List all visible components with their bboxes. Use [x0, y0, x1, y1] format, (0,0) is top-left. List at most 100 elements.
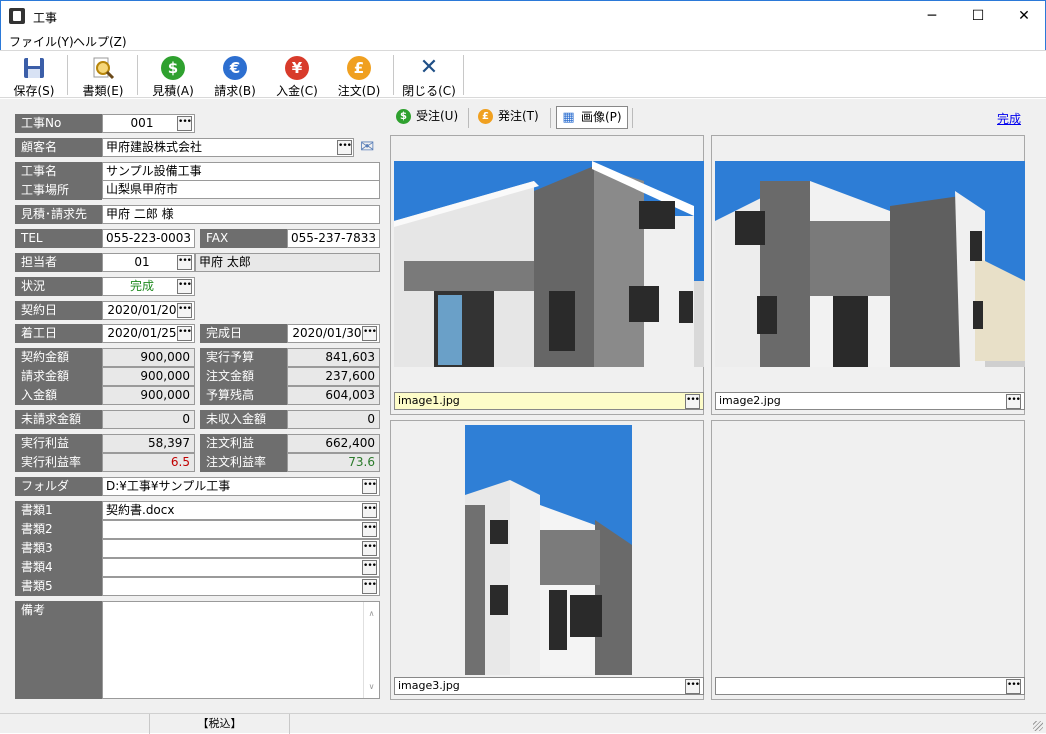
- staff-picker-button[interactable]: •••: [177, 255, 192, 270]
- staff-label: 担当者: [15, 253, 102, 272]
- exec-profit-label: 実行利益: [15, 434, 102, 453]
- project-place-field[interactable]: 山梨県甲府市: [102, 180, 380, 199]
- image3-picker-button[interactable]: •••: [685, 679, 700, 694]
- close-window-button[interactable]: ✕: [1001, 1, 1046, 31]
- start-date-picker-button[interactable]: •••: [177, 326, 192, 341]
- project-name-field[interactable]: サンプル設備工事: [102, 162, 380, 181]
- image4-filename-field[interactable]: [715, 677, 1025, 695]
- image-panel-4[interactable]: •••: [711, 420, 1025, 700]
- doc5-picker-button[interactable]: •••: [362, 579, 377, 594]
- estimate-button[interactable]: $ 見積(A): [145, 54, 201, 98]
- doc4-field[interactable]: [102, 558, 380, 577]
- image-panel-2[interactable]: image2.jpg •••: [711, 135, 1025, 415]
- tab-images[interactable]: ▦ 画像(P): [556, 106, 628, 129]
- exec-profit-field: 58,397: [102, 434, 195, 453]
- save-label: 保存(S): [13, 84, 55, 98]
- contract-amount-field: 900,000: [102, 348, 195, 367]
- uncollected-label: 未収入金額: [200, 410, 287, 429]
- doc4-picker-button[interactable]: •••: [362, 560, 377, 575]
- folder-field[interactable]: D:¥工事¥サンプル工事: [102, 477, 380, 496]
- title-bar: 工事 ─ ☐ ✕: [0, 0, 1046, 30]
- image2-picker-button[interactable]: •••: [1006, 394, 1021, 409]
- doc1-picker-button[interactable]: •••: [362, 503, 377, 518]
- customer-field[interactable]: 甲府建設株式会社: [102, 138, 354, 157]
- resize-grip-icon[interactable]: [1033, 721, 1043, 731]
- project-no-label: 工事No: [15, 114, 102, 133]
- minimize-button[interactable]: ─: [909, 1, 955, 31]
- doc3-field[interactable]: [102, 539, 380, 558]
- order-label: 注文(D): [337, 84, 381, 98]
- bill-to-field[interactable]: 甲府 二郎 様: [102, 205, 380, 224]
- finish-date-picker-button[interactable]: •••: [362, 326, 377, 341]
- menu-file[interactable]: ファイル(Y): [9, 33, 74, 50]
- tab-separator: [550, 108, 551, 128]
- doc1-field[interactable]: 契約書.docx: [102, 501, 380, 520]
- maximize-button[interactable]: ☐: [955, 1, 1001, 31]
- exec-profit-rate-field: 6.5: [102, 453, 195, 472]
- house-photo-1: [394, 161, 704, 367]
- billed-amount-field: 900,000: [102, 367, 195, 386]
- tab-separator: [468, 108, 469, 128]
- image-panel-3[interactable]: image3.jpg •••: [390, 420, 704, 700]
- memo-scrollbar[interactable]: ∧ ∨: [363, 602, 379, 698]
- project-no-picker-button[interactable]: •••: [177, 116, 192, 131]
- status-picker-button[interactable]: •••: [177, 279, 192, 294]
- save-button[interactable]: 保存(S): [6, 54, 62, 98]
- customer-label: 顧客名: [15, 138, 102, 157]
- order-profit-rate-label: 注文利益率: [200, 453, 287, 472]
- complete-link[interactable]: 完成: [997, 110, 1021, 127]
- toolbar-separator: [393, 55, 394, 95]
- image1-filename-field[interactable]: image1.jpg: [394, 392, 704, 410]
- budget-remaining-field: 604,003: [287, 386, 380, 405]
- customer-picker-button[interactable]: •••: [337, 140, 352, 155]
- menu-help[interactable]: ヘルプ(Z): [73, 33, 127, 50]
- mail-icon[interactable]: ✉: [360, 137, 374, 157]
- doc1-label: 書類1: [15, 501, 102, 520]
- order-button[interactable]: £ 注文(D): [331, 54, 387, 98]
- tab-received-orders[interactable]: $ 受注(U): [392, 106, 458, 129]
- unbilled-field: 0: [102, 410, 195, 429]
- image-grid-icon: ▦: [562, 110, 575, 125]
- bill-to-label: 見積･請求先: [15, 205, 102, 224]
- invoice-button[interactable]: € 請求(B): [207, 54, 263, 98]
- pound-icon: £: [347, 56, 371, 80]
- staff-name-field: 甲府 太郎: [195, 253, 380, 272]
- image-panel-1[interactable]: image1.jpg •••: [390, 135, 704, 415]
- fax-field[interactable]: 055-237-7833: [287, 229, 380, 248]
- image2-filename-field[interactable]: image2.jpg: [715, 392, 1025, 410]
- toolbar-separator: [463, 55, 464, 95]
- toolbar: 保存(S) 書類(E) $ 見積(A) € 請求(B) ¥ 入金(C) £ 注文…: [0, 50, 1046, 98]
- finish-date-label: 完成日: [200, 324, 287, 343]
- image3-filename-field[interactable]: image3.jpg: [394, 677, 704, 695]
- tab-received-label: 受注(U): [416, 109, 459, 123]
- image1-picker-button[interactable]: •••: [685, 394, 700, 409]
- memo-textarea[interactable]: ∧ ∨: [102, 601, 380, 699]
- folder-picker-button[interactable]: •••: [362, 479, 377, 494]
- scroll-up-icon[interactable]: ∧: [364, 605, 379, 622]
- doc2-picker-button[interactable]: •••: [362, 522, 377, 537]
- status-segment-1: [0, 714, 150, 734]
- contract-date-picker-button[interactable]: •••: [177, 303, 192, 318]
- scroll-down-icon[interactable]: ∨: [364, 678, 379, 695]
- documents-button[interactable]: 書類(E): [75, 54, 131, 98]
- unbilled-label: 未請求金額: [15, 410, 102, 429]
- order-amount-field: 237,600: [287, 367, 380, 386]
- invoice-label: 請求(B): [214, 84, 256, 98]
- tab-placed-label: 発注(T): [498, 109, 539, 123]
- window-title: 工事: [33, 11, 58, 25]
- tel-field[interactable]: 055-223-0003: [102, 229, 195, 248]
- euro-icon: €: [223, 56, 247, 80]
- doc3-picker-button[interactable]: •••: [362, 541, 377, 556]
- tab-placed-orders[interactable]: £ 発注(T): [474, 106, 539, 129]
- doc2-label: 書類2: [15, 520, 102, 539]
- close-button[interactable]: ✕ 閉じる(C): [401, 54, 457, 99]
- doc2-field[interactable]: [102, 520, 380, 539]
- doc5-field[interactable]: [102, 577, 380, 596]
- exec-profit-rate-label: 実行利益率: [15, 453, 102, 472]
- order-profit-rate-field: 73.6: [287, 453, 380, 472]
- image4-picker-button[interactable]: •••: [1006, 679, 1021, 694]
- doc5-label: 書類5: [15, 577, 102, 596]
- fax-label: FAX: [200, 229, 287, 248]
- deposit-button[interactable]: ¥ 入金(C): [269, 54, 325, 98]
- order-profit-field: 662,400: [287, 434, 380, 453]
